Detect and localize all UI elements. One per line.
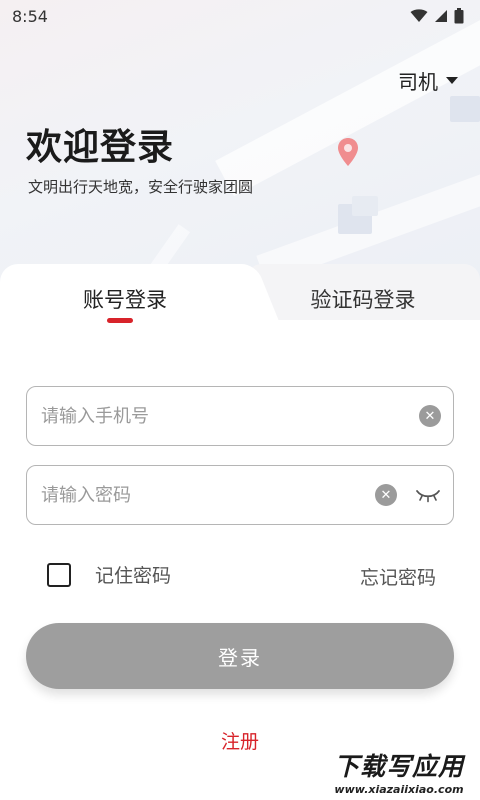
page-subtitle: 文明出行天地宽，安全行驶家团圆 xyxy=(28,178,254,196)
password-input[interactable] xyxy=(41,484,375,506)
location-pin-icon xyxy=(338,138,358,166)
clear-icon[interactable]: ✕ xyxy=(375,484,397,506)
role-selector-label: 司机 xyxy=(398,70,438,94)
battery-icon xyxy=(454,8,464,24)
eye-closed-icon[interactable] xyxy=(415,486,441,504)
map-building-decoration xyxy=(450,96,480,122)
tab-account-login[interactable]: 账号登录 xyxy=(0,264,250,334)
watermark-title: 下载写应用 xyxy=(333,751,464,781)
login-button[interactable]: 登录 xyxy=(26,623,454,689)
password-field: ✕ xyxy=(26,465,454,525)
tab-label: 验证码登录 xyxy=(310,288,416,312)
tab-label: 账号登录 xyxy=(83,288,167,312)
remember-password[interactable]: 记住密码 xyxy=(47,561,171,588)
remember-checkbox[interactable] xyxy=(47,562,71,587)
remember-label: 记住密码 xyxy=(95,565,172,587)
role-selector[interactable]: 司机 xyxy=(398,66,458,95)
status-icons xyxy=(410,8,464,24)
tab-active-indicator xyxy=(107,318,133,323)
wifi-icon xyxy=(410,9,428,22)
watermark-url: www.xiazaiixiao.com xyxy=(334,782,464,796)
forgot-password-link[interactable]: 忘记密码 xyxy=(360,563,436,590)
map-building-decoration xyxy=(352,196,378,216)
phone-field: ✕ xyxy=(26,386,454,446)
status-bar: 8:54 xyxy=(0,0,480,32)
page-title: 欢迎登录 xyxy=(26,127,175,168)
clear-icon[interactable]: ✕ xyxy=(419,405,441,427)
status-time: 8:54 xyxy=(12,6,48,26)
signal-icon xyxy=(435,10,447,22)
phone-input[interactable] xyxy=(41,405,419,427)
caret-down-icon xyxy=(446,77,458,84)
watermark-logo: 下载写应用 www.xiazaiixiao.com xyxy=(318,742,480,800)
